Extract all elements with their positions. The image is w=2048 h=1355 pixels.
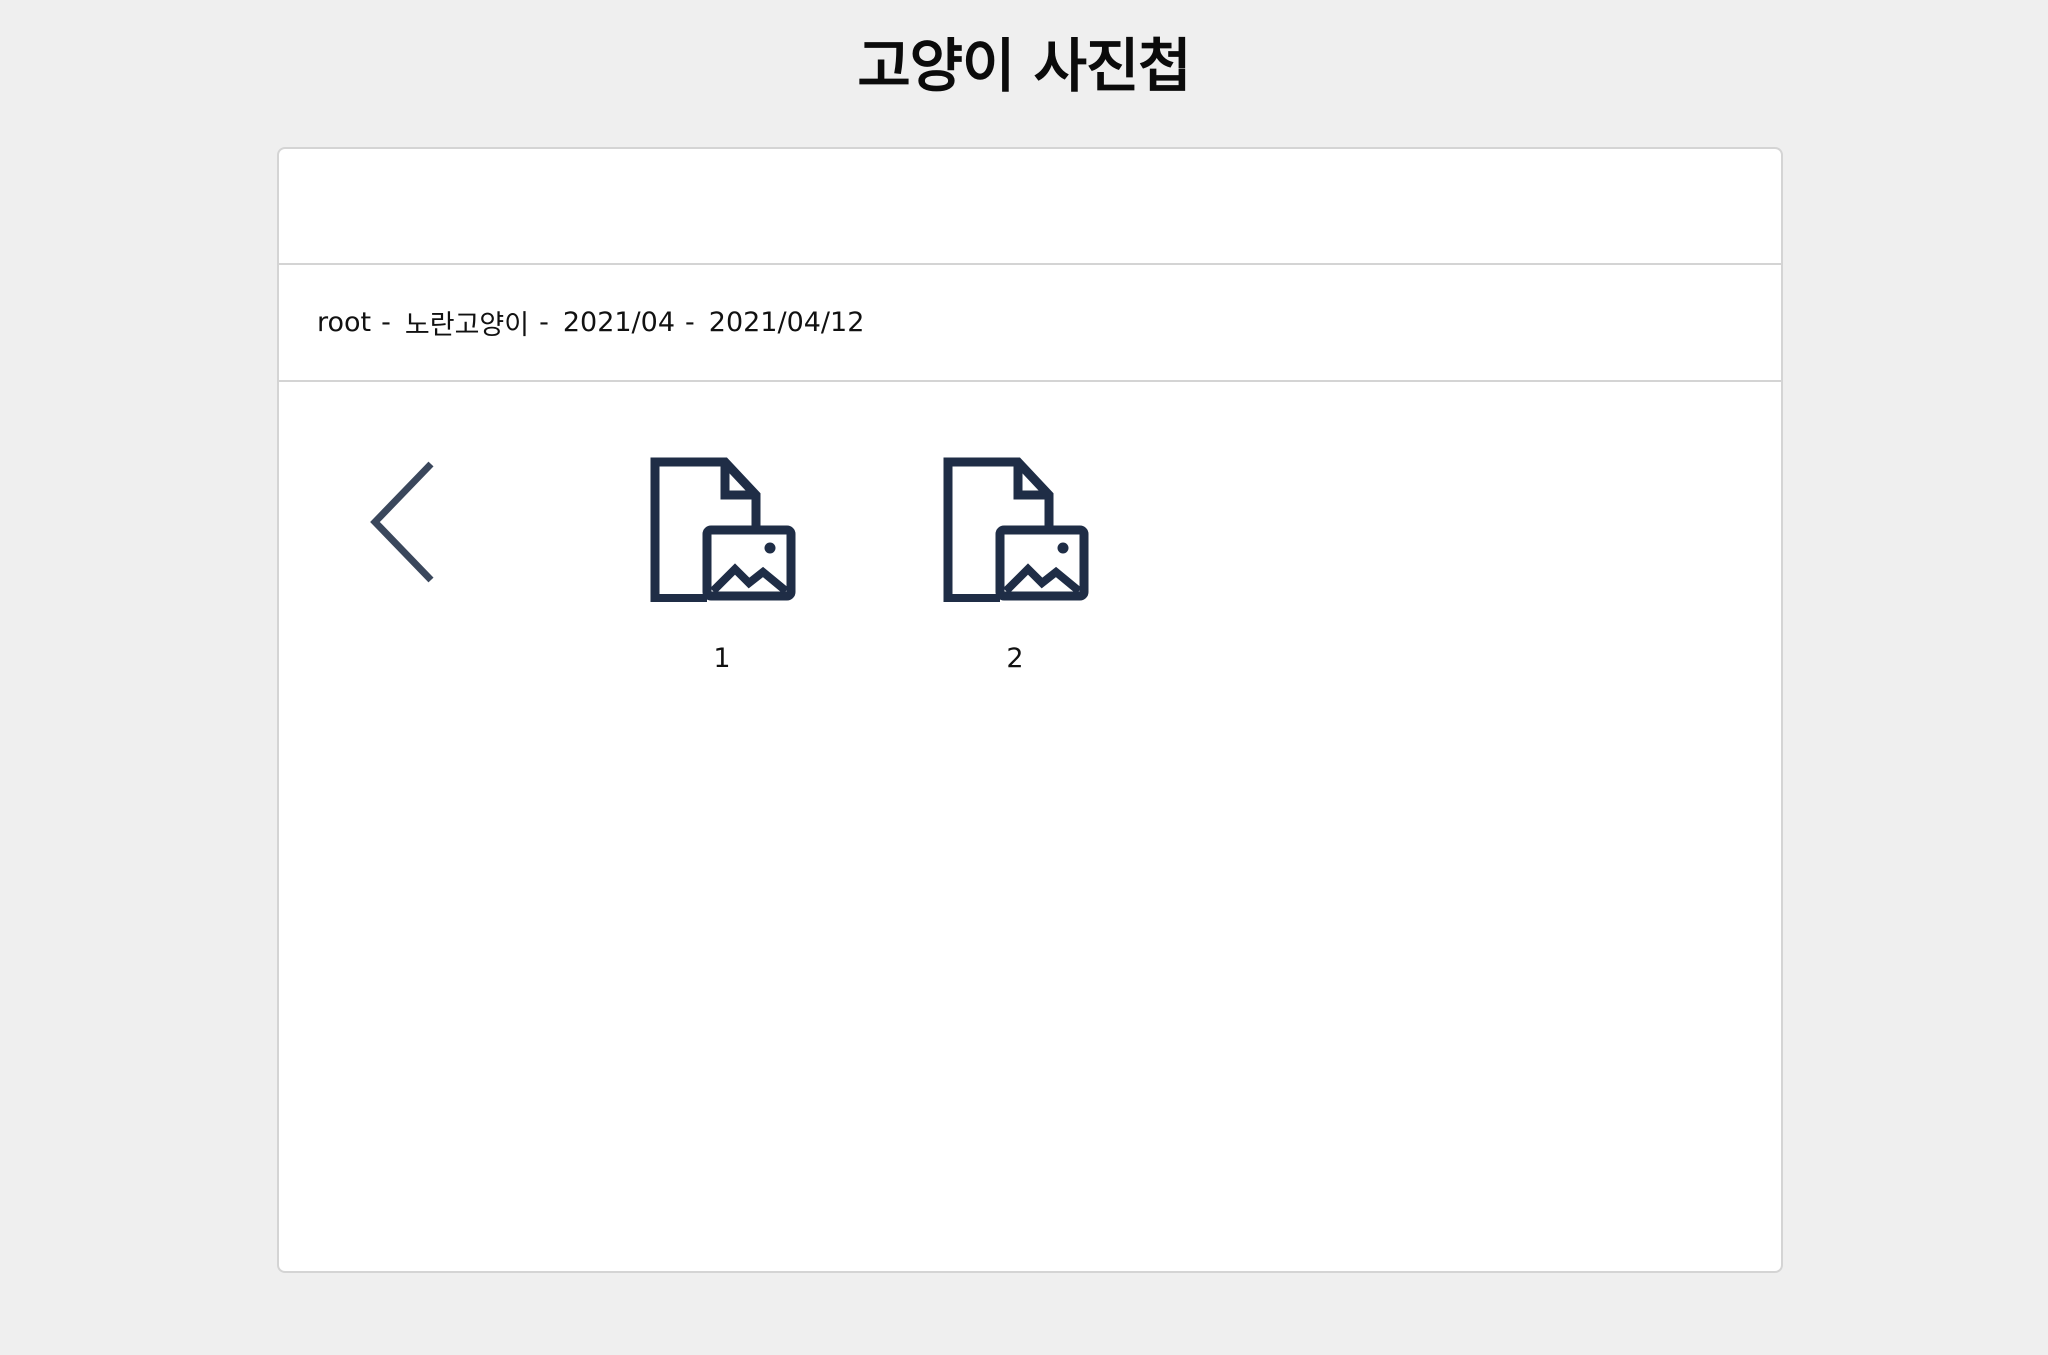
file-node-label: 2 <box>1006 643 1024 674</box>
page-title: 고양이 사진첩 <box>857 32 1191 100</box>
breadcrumb-separator: - <box>685 307 695 338</box>
prev-node[interactable] <box>299 452 529 602</box>
image-file-icon <box>650 457 796 602</box>
breadcrumb-item-2021-04[interactable]: 2021/04 <box>563 307 675 338</box>
breadcrumb-item-yellow-cat[interactable]: 노란고양이 <box>405 303 529 342</box>
breadcrumb-item-2021-04-12[interactable]: 2021/04/12 <box>709 307 865 338</box>
breadcrumb: root - 노란고양이 - 2021/04 - 2021/04/12 <box>279 265 1781 382</box>
file-node[interactable]: 2 <box>900 452 1130 676</box>
file-node[interactable]: 1 <box>607 452 837 676</box>
file-grid: 1 2 <box>279 382 1781 1271</box>
file-node-label: 1 <box>713 643 731 674</box>
image-file-icon <box>943 457 1089 602</box>
back-chevron-icon <box>370 461 434 583</box>
breadcrumb-item-root[interactable]: root <box>317 307 371 338</box>
top-strip <box>279 149 1781 265</box>
breadcrumb-separator: - <box>539 307 549 338</box>
photo-album-panel: root - 노란고양이 - 2021/04 - 2021/04/12 1 2 <box>277 147 1783 1273</box>
breadcrumb-separator: - <box>381 307 391 338</box>
